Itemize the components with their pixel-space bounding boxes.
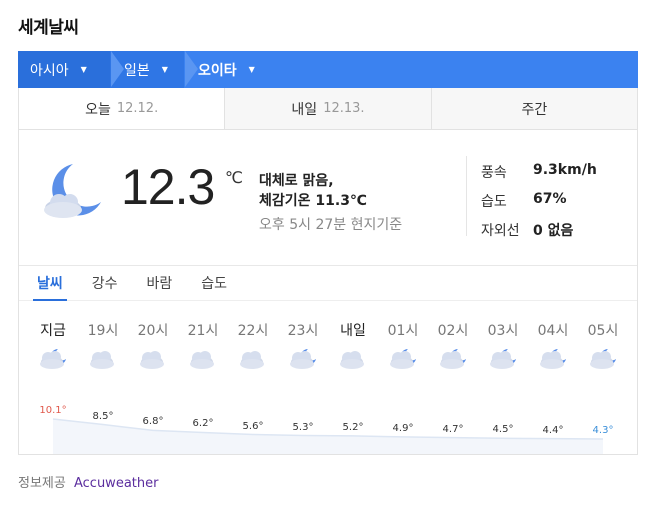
hour-label: 21시 [187, 323, 219, 339]
partly-cloudy-night-icon [588, 347, 618, 377]
tab-date: 12.12. [116, 101, 159, 116]
credit-label: 정보제공 [18, 476, 66, 491]
stat-value: 67% [533, 191, 567, 207]
breadcrumb-oita[interactable]: 오이타 ▼ [184, 51, 286, 88]
tab-label: 주간 [521, 101, 548, 118]
hour-temperature: 10.1° [39, 405, 67, 416]
credit-source-link[interactable]: Accuweather [74, 476, 158, 491]
cloudy-night-icon [38, 347, 68, 377]
hour-label: 19시 [87, 323, 119, 339]
tab-weather[interactable]: 날씨 [33, 266, 67, 301]
tab-today[interactable]: 오늘 12.12. [19, 88, 225, 129]
tab-humidity[interactable]: 습도 [197, 266, 231, 300]
divider [466, 156, 467, 236]
tab-date: 12.13. [323, 101, 365, 116]
partly-cloudy-night-icon [288, 347, 318, 377]
breadcrumb-asia[interactable]: 아시아 ▼ [18, 51, 124, 88]
breadcrumb: 아시아 ▼ 일본 ▼ 오이타 ▼ [18, 51, 638, 88]
hour-temperature: 4.3° [592, 425, 614, 436]
weather-condition: 대체로 맑음, [259, 173, 334, 189]
stat-humidity: 습도 67% [481, 191, 597, 220]
hour-temperature: 4.9° [392, 422, 414, 434]
hour-label: 03시 [487, 323, 519, 339]
chevron-down-icon: ▼ [80, 65, 87, 74]
credit: 정보제공 Accuweather [18, 472, 158, 491]
hour-temperature: 6.2° [192, 418, 214, 430]
hour-label: 22시 [237, 323, 269, 339]
hour-temperature: 4.7° [442, 423, 464, 435]
hour-temperature: 8.5° [92, 410, 114, 422]
hour-temperature: 6.8° [142, 416, 164, 428]
stat-label: 습도 [481, 194, 507, 210]
cloudy-icon [238, 347, 268, 377]
hour-label: 01시 [387, 323, 419, 339]
observation-time: 오후 5시 27분 현지기준 [259, 217, 403, 233]
current-weather: 12.3 ℃ 대체로 맑음, 체감기온 11.3℃ 오후 5시 27분 현지기준… [19, 130, 637, 266]
weather-stats: 풍속 9.3km/h 습도 67% 자외선 0 없음 [481, 162, 597, 249]
hour-temperature: 5.3° [292, 421, 314, 433]
breadcrumb-label: 오이타 [198, 62, 237, 79]
tab-label: 내일 [291, 101, 318, 118]
hour-label: 지금 [40, 323, 66, 339]
hourly-forecast: 지금 10.1° 19시 8.5° 20시 6.8° 21시 6.2° 22시 5.6° 23시 5.… [19, 301, 637, 454]
stat-wind: 풍속 9.3km/h [481, 162, 597, 191]
tab-tomorrow[interactable]: 내일 12.13. [224, 88, 431, 129]
cloudy-icon [188, 347, 218, 377]
cloudy-icon [138, 347, 168, 377]
cloudy-icon [88, 347, 118, 377]
stat-label: 풍속 [481, 165, 507, 181]
stat-uv: 자외선 0 없음 [481, 220, 597, 249]
day-tabs: 오늘 12.12. 내일 12.13. 주간 [19, 88, 637, 130]
hour-label: 02시 [437, 323, 469, 339]
hour-label: 05시 [587, 323, 619, 339]
tab-wind[interactable]: 바람 [143, 266, 177, 300]
hour-temperature: 5.2° [342, 421, 364, 433]
breadcrumb-label: 아시아 [30, 62, 69, 79]
temperature-unit: ℃ [225, 168, 243, 187]
tab-label: 오늘 [85, 101, 111, 118]
chevron-down-icon: ▼ [161, 65, 168, 74]
stat-value: 9.3km/h [533, 162, 597, 178]
hour-label: 23시 [287, 323, 319, 339]
weather-panel: 오늘 12.12. 내일 12.13. 주간 12.3 ℃ 대체로 맑음, 체감… [18, 88, 638, 455]
partly-cloudy-night-icon [488, 347, 518, 377]
hour-label: 내일 [340, 323, 366, 339]
cloudy-icon [338, 347, 368, 377]
forecast-tabs: 날씨 강수 바람 습도 [19, 266, 637, 301]
chevron-down-icon: ▼ [248, 65, 255, 74]
stat-value: 0 없음 [533, 223, 574, 239]
feels-like: 체감기온 11.3℃ [259, 193, 367, 209]
partly-cloudy-night-icon [388, 347, 418, 377]
partly-cloudy-night-icon [538, 347, 568, 377]
cloudy-night-icon [39, 158, 109, 226]
hour-temperature: 4.5° [492, 424, 514, 436]
hour-temperature: 5.6° [242, 420, 264, 432]
stat-label: 자외선 [481, 223, 520, 239]
partly-cloudy-night-icon [438, 347, 468, 377]
current-temperature: 12.3 [121, 159, 215, 215]
hour-temperature: 4.4° [542, 424, 564, 436]
tab-precipitation[interactable]: 강수 [88, 266, 122, 300]
page-title: 세계날씨 [18, 18, 79, 38]
breadcrumb-label: 일본 [124, 62, 150, 79]
tab-weekly[interactable]: 주간 [430, 88, 637, 129]
hour-label: 04시 [537, 323, 569, 339]
hour-label: 20시 [137, 323, 169, 339]
